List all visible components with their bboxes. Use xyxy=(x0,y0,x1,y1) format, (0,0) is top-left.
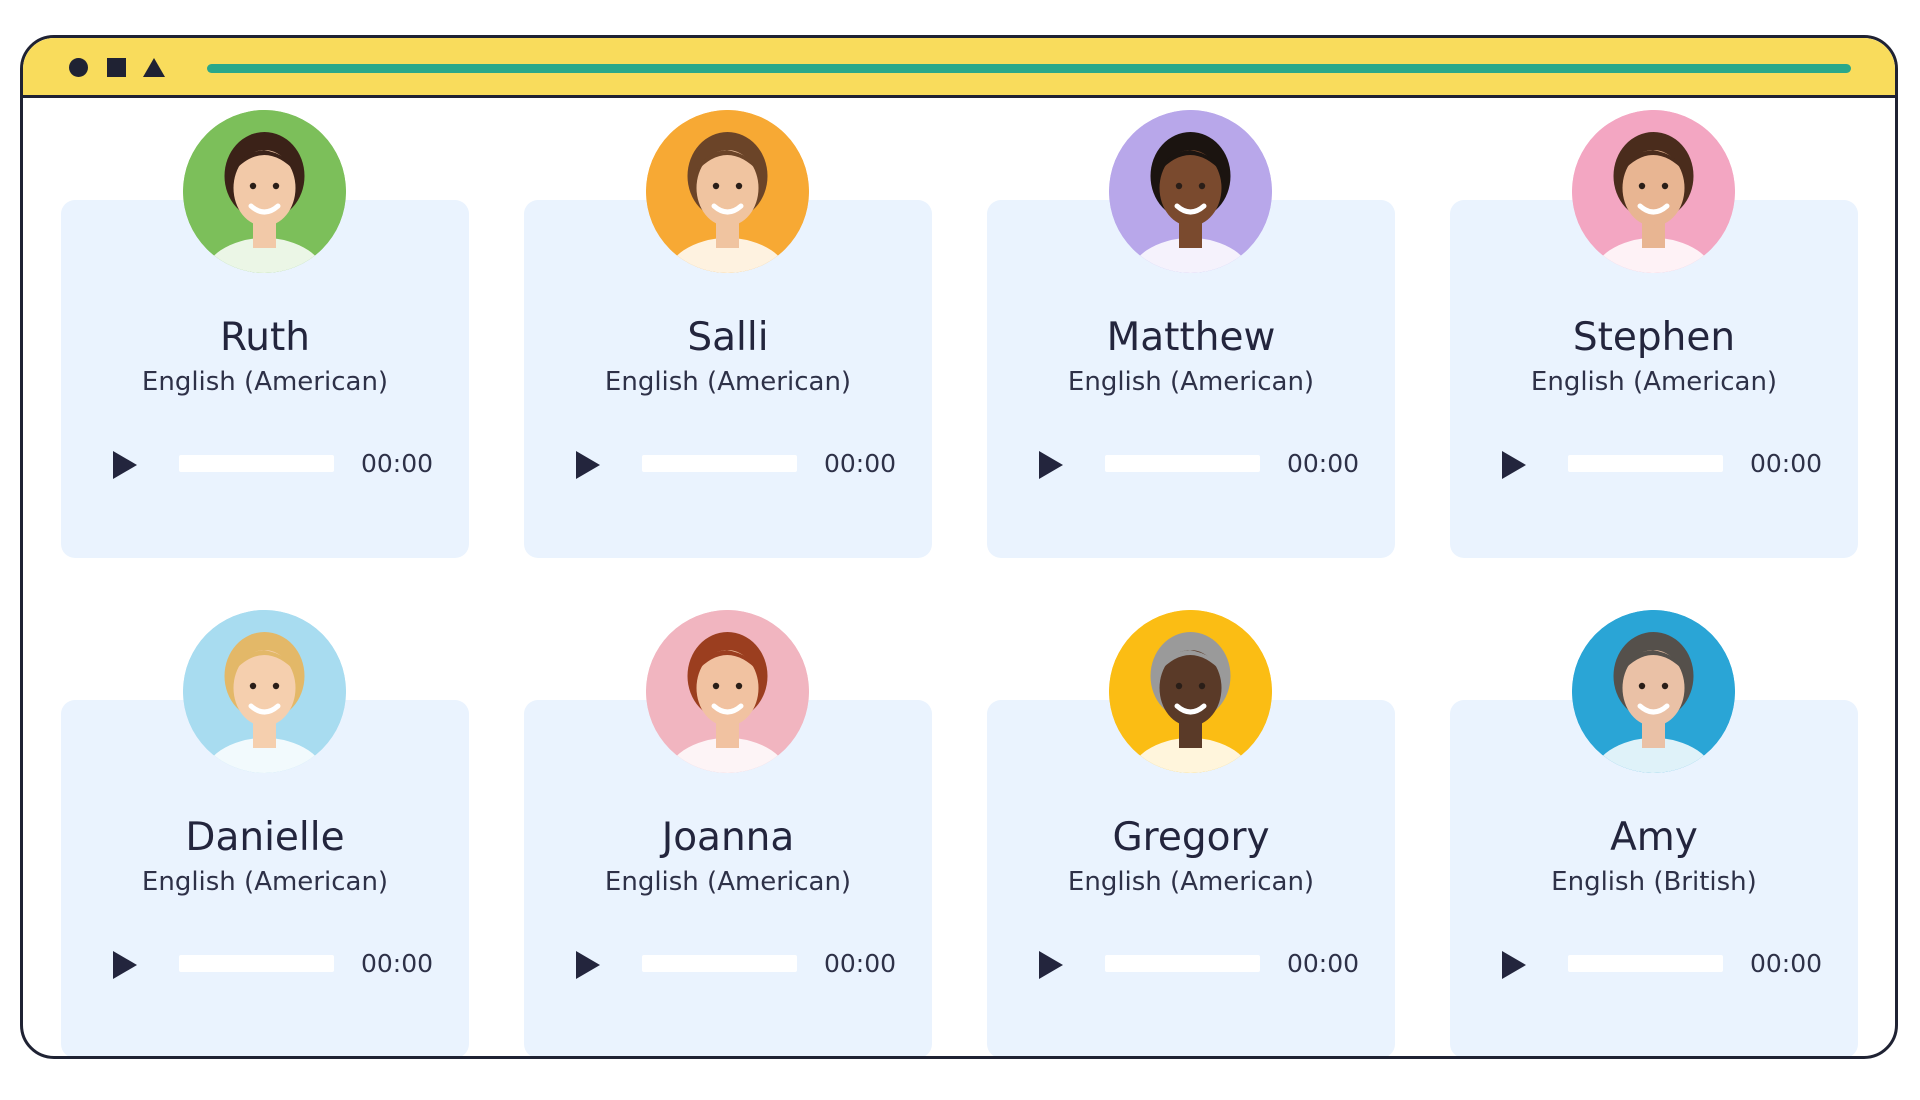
voice-name: Joanna xyxy=(661,815,795,860)
audio-progress-track[interactable] xyxy=(1568,455,1723,472)
audio-progress-track[interactable] xyxy=(179,455,334,472)
play-icon[interactable] xyxy=(113,451,137,479)
audio-player: 00:00 xyxy=(61,943,469,983)
audio-player: 00:00 xyxy=(524,443,932,483)
voice-language: English (American) xyxy=(141,367,389,397)
voice-language: English (American) xyxy=(1530,367,1778,397)
avatar xyxy=(646,610,809,773)
avatar-portrait xyxy=(646,610,809,773)
audio-time: 00:00 xyxy=(1287,449,1360,478)
avatar xyxy=(1109,610,1272,773)
audio-time: 00:00 xyxy=(361,949,434,978)
audio-player: 00:00 xyxy=(524,943,932,983)
voice-language: English (American) xyxy=(604,867,852,897)
play-icon[interactable] xyxy=(1039,451,1063,479)
audio-progress-track[interactable] xyxy=(642,455,797,472)
avatar xyxy=(1572,610,1735,773)
audio-progress-track[interactable] xyxy=(642,955,797,972)
voice-name: Matthew xyxy=(1106,315,1276,360)
voice-language: English (American) xyxy=(141,867,389,897)
audio-time: 00:00 xyxy=(1287,949,1360,978)
audio-time: 00:00 xyxy=(1750,949,1823,978)
avatar xyxy=(183,110,346,273)
avatar-portrait xyxy=(1572,610,1735,773)
avatar xyxy=(646,110,809,273)
audio-time: 00:00 xyxy=(824,949,897,978)
avatar xyxy=(1109,110,1272,273)
play-icon[interactable] xyxy=(1502,451,1526,479)
play-icon[interactable] xyxy=(1039,951,1063,979)
audio-time: 00:00 xyxy=(1750,449,1823,478)
voice-name: Ruth xyxy=(219,315,311,360)
avatar-portrait xyxy=(1109,610,1272,773)
browser-window: Ruth English (American) 00:00 Salli Engl… xyxy=(20,35,1898,1059)
audio-player: 00:00 xyxy=(1450,943,1858,983)
audio-player: 00:00 xyxy=(987,943,1395,983)
audio-progress-track[interactable] xyxy=(1568,955,1723,972)
avatar-portrait xyxy=(183,110,346,273)
audio-progress-track[interactable] xyxy=(1105,955,1260,972)
voice-name: Gregory xyxy=(1112,815,1270,860)
audio-player: 00:00 xyxy=(987,443,1395,483)
voice-grid: Ruth English (American) 00:00 Salli Engl… xyxy=(23,38,1895,1056)
audio-player: 00:00 xyxy=(61,443,469,483)
avatar xyxy=(1572,110,1735,273)
audio-progress-track[interactable] xyxy=(1105,455,1260,472)
voice-language: English (British) xyxy=(1551,867,1757,897)
audio-progress-track[interactable] xyxy=(179,955,334,972)
audio-time: 00:00 xyxy=(824,449,897,478)
play-icon[interactable] xyxy=(576,951,600,979)
avatar-portrait xyxy=(1109,110,1272,273)
avatar-portrait xyxy=(646,110,809,273)
voice-language: English (American) xyxy=(1067,367,1315,397)
play-icon[interactable] xyxy=(576,451,600,479)
voice-language: English (American) xyxy=(1067,867,1315,897)
audio-time: 00:00 xyxy=(361,449,434,478)
avatar-portrait xyxy=(1572,110,1735,273)
audio-player: 00:00 xyxy=(1450,443,1858,483)
voice-language: English (American) xyxy=(604,367,852,397)
avatar xyxy=(183,610,346,773)
voice-name: Danielle xyxy=(185,815,345,860)
voice-name: Salli xyxy=(687,315,769,360)
avatar-portrait xyxy=(183,610,346,773)
play-icon[interactable] xyxy=(1502,951,1526,979)
voice-name: Stephen xyxy=(1572,315,1736,360)
voice-name: Amy xyxy=(1610,815,1698,860)
play-icon[interactable] xyxy=(113,951,137,979)
